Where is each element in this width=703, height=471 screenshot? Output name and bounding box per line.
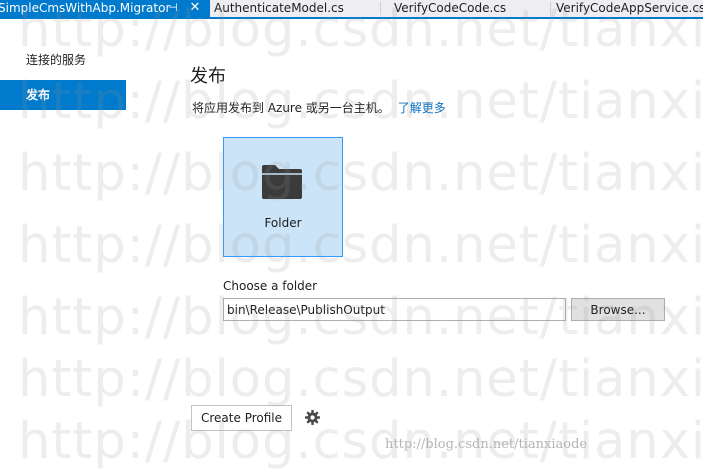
sidebar-item-connected-services[interactable]: 连接的服务 (0, 45, 126, 75)
tab-authenticatemodel[interactable]: AuthenticateModel.cs (210, 0, 380, 17)
target-label: Folder (264, 216, 302, 230)
watermark-text: http://blog.csdn.net/tianxia (18, 350, 703, 409)
learn-more-link[interactable]: 了解更多 (398, 101, 446, 115)
tab-title: AuthenticateModel.cs (214, 1, 344, 15)
folder-icon (262, 165, 302, 199)
document-tab-strip: SimpleCmsWithAbp.Migrator ⊣ ✕ Authentica… (0, 0, 703, 19)
sidebar-item-label: 发布 (26, 88, 51, 102)
folder-path-input[interactable] (223, 298, 566, 321)
tab-title: SimpleCmsWithAbp.Migrator (0, 1, 171, 15)
tab-title: VerifyCodeAppService.cs (556, 1, 703, 15)
watermark-text: http://blog.csdn.net/tianxia (18, 144, 703, 203)
sidebar-item-publish[interactable]: 发布 (0, 80, 126, 110)
publish-description: 将应用发布到 Azure 或另一台主机。 了解更多 (192, 99, 446, 116)
tab-simplecmswithabp-migrator[interactable]: SimpleCmsWithAbp.Migrator ⊣ ✕ (0, 0, 210, 17)
tab-verifycodecode[interactable]: VerifyCodeCode.cs (390, 0, 550, 17)
watermark-text: http://blog.csdn.net/tianxia (18, 216, 703, 275)
gear-icon[interactable] (305, 410, 320, 425)
browse-button[interactable]: Browse... (571, 298, 665, 321)
pin-icon[interactable]: ⊣ (166, 0, 180, 16)
watermark-url: http://blog.csdn.net/tianxiaode (385, 437, 588, 452)
publish-target-folder[interactable]: Folder (223, 137, 343, 257)
choose-folder-label: Choose a folder (223, 279, 318, 293)
watermark-text: http://blog.csdn.net/tianxia (18, 412, 703, 471)
create-profile-button[interactable]: Create Profile (191, 405, 292, 431)
tab-separator (380, 2, 381, 15)
tab-separator (550, 2, 551, 15)
tab-verifycodeappservice[interactable]: VerifyCodeAppService.cs (552, 0, 703, 17)
tab-title: VerifyCodeCode.cs (394, 1, 507, 15)
close-icon[interactable]: ✕ (188, 0, 202, 16)
page-title: 发布 (190, 66, 226, 87)
sidebar-item-label: 连接的服务 (26, 53, 87, 67)
description-text: 将应用发布到 Azure 或另一台主机。 (192, 101, 390, 115)
